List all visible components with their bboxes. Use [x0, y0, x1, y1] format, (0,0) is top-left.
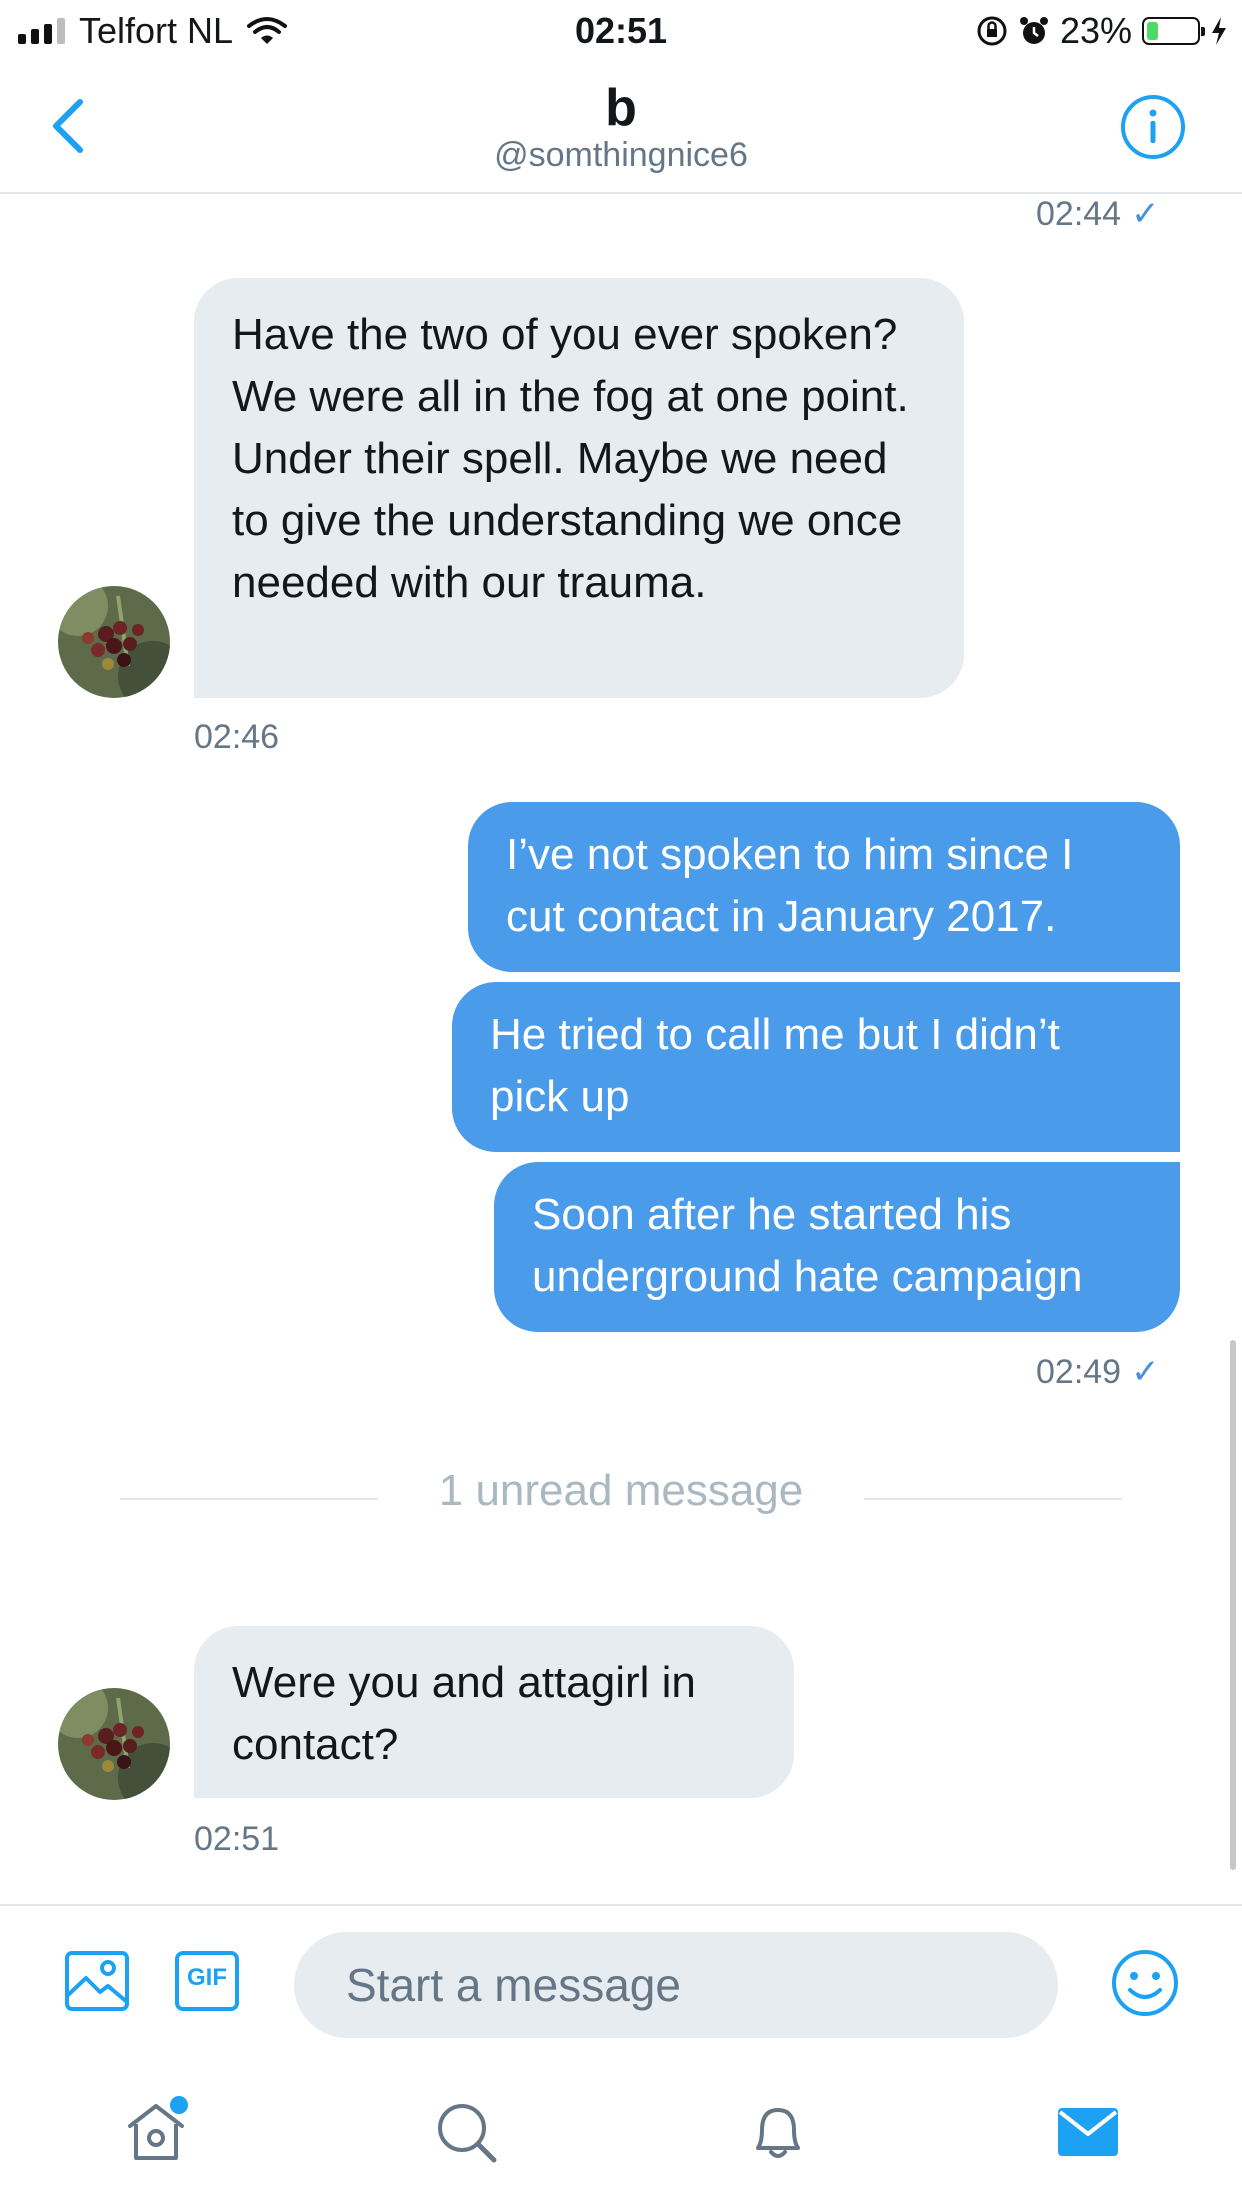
battery-fill: [1147, 22, 1159, 40]
home-notification-dot: [170, 2096, 188, 2114]
conversation-header: b @somthingnice6: [0, 62, 1242, 194]
gif-icon[interactable]: GIF: [174, 1950, 240, 2012]
battery-icon: [1142, 17, 1205, 45]
divider-line: [864, 1498, 1122, 1500]
outgoing-message-bubble[interactable]: Soon after he started his underground ha…: [494, 1162, 1180, 1332]
gif-label: GIF: [187, 1964, 227, 1991]
sent-check-icon: ✓: [1131, 1353, 1160, 1391]
rotation-lock-icon: [977, 16, 1007, 46]
message-timestamp: 02:44 ✓: [1036, 194, 1160, 234]
unread-divider: 1 unread message: [0, 1466, 1242, 1526]
conversation-name: b: [605, 79, 637, 137]
conversation-handle: @somthingnice6: [494, 136, 748, 174]
avatar[interactable]: [58, 1688, 170, 1800]
avatar[interactable]: [58, 586, 170, 698]
message-composer: GIF: [0, 1904, 1242, 2056]
outgoing-message-bubble[interactable]: He tried to call me but I didn’t pick up: [452, 982, 1180, 1152]
outgoing-message-bubble[interactable]: I’ve not spoken to him since I cut conta…: [468, 802, 1180, 972]
message-timestamp: 02:51: [194, 1820, 280, 1858]
search-icon[interactable]: [434, 2100, 498, 2164]
message-text: Were you and attagirl in contact?: [232, 1658, 696, 1769]
charging-icon: [1212, 17, 1226, 45]
avatar-image: [58, 1688, 170, 1800]
sent-check-icon: ✓: [1131, 195, 1160, 233]
avatar-image: [58, 586, 170, 698]
alarm-icon: [1019, 17, 1048, 44]
bell-icon[interactable]: [746, 2100, 810, 2164]
mail-icon[interactable]: [1056, 2104, 1120, 2160]
scrollbar[interactable]: [1230, 1340, 1236, 1870]
tab-bar: [0, 2060, 1242, 2208]
unread-label: 1 unread message: [438, 1466, 804, 1515]
battery-percent: 23%: [1059, 10, 1132, 51]
timestamp-text: 02:49: [1036, 1353, 1122, 1391]
message-input[interactable]: [294, 1932, 1058, 2038]
status-bar: Telfort NL 02:51 23%: [0, 0, 1242, 62]
incoming-message-bubble[interactable]: Were you and attagirl in contact?: [194, 1626, 794, 1798]
timestamp-text: 02:44: [1036, 195, 1122, 233]
image-icon[interactable]: [64, 1950, 130, 2012]
message-text: He tried to call me but I didn’t pick up: [490, 1010, 1060, 1121]
status-right: 23%: [976, 10, 1228, 52]
message-timestamp: 02:46: [194, 718, 280, 756]
message-text: Have the two of you ever spoken? We were…: [232, 310, 909, 607]
message-text: I’ve not spoken to him since I cut conta…: [506, 830, 1074, 941]
emoji-icon[interactable]: [1110, 1948, 1180, 2018]
message-text: Soon after he started his underground ha…: [532, 1190, 1083, 1301]
message-timestamp: 02:49 ✓: [1036, 1352, 1160, 1392]
info-icon[interactable]: [1120, 94, 1186, 160]
incoming-message-bubble[interactable]: Have the two of you ever spoken? We were…: [194, 278, 964, 698]
